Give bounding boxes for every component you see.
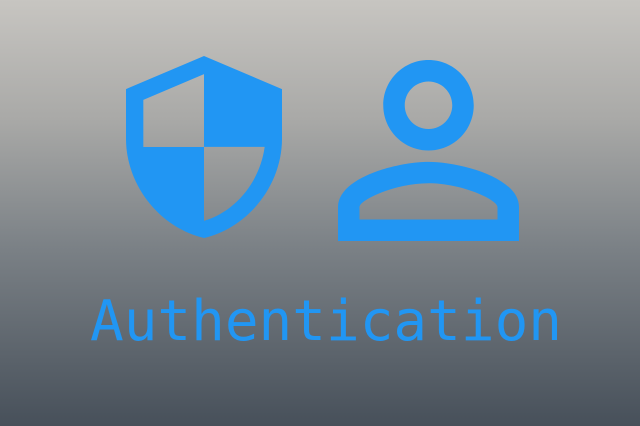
person-outline-icon	[338, 60, 519, 241]
page-title: Authentication	[89, 289, 562, 354]
icon-group	[0, 0, 640, 426]
security-shield-icon	[126, 56, 282, 238]
